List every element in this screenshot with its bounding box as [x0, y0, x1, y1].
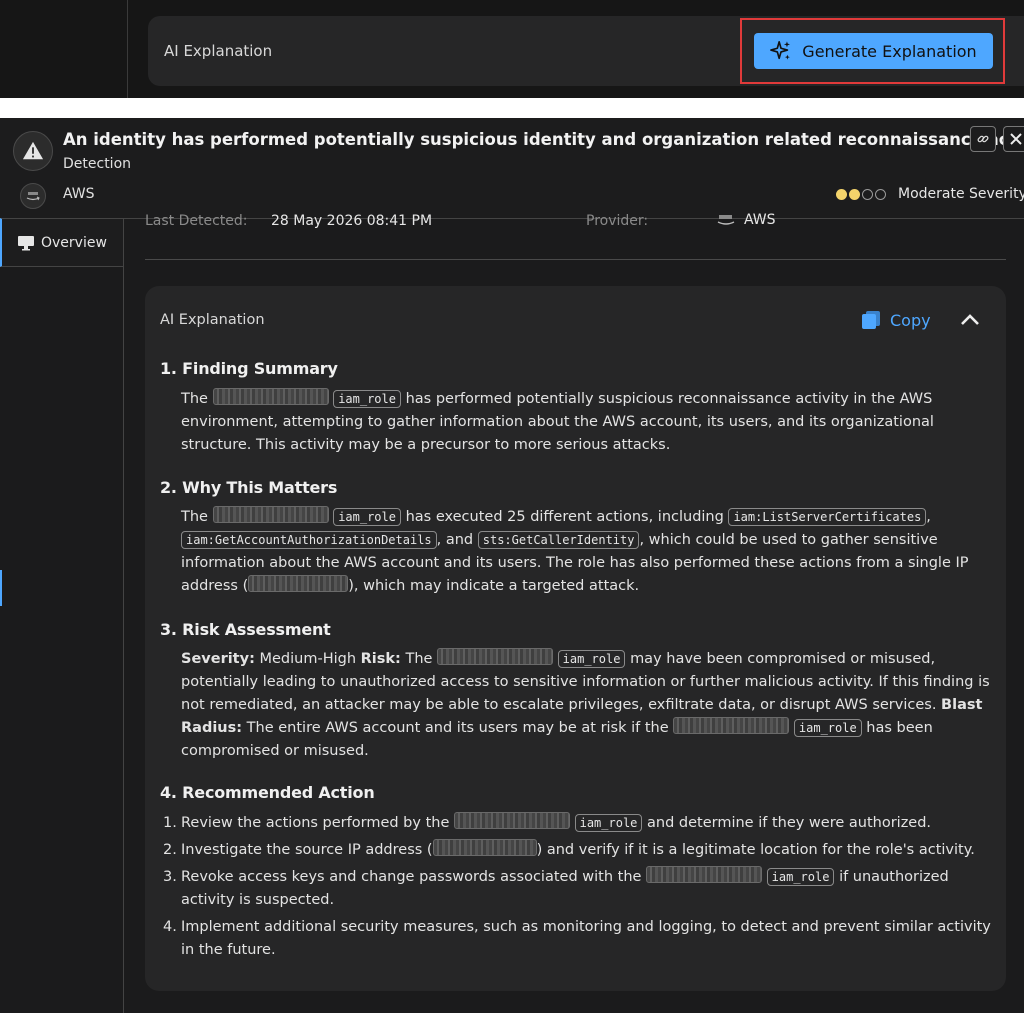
severity-dot: [875, 188, 886, 200]
copy-label: Copy: [890, 310, 931, 330]
monitor-icon: [18, 235, 34, 250]
close-icon: [1010, 133, 1022, 145]
section-paragraph: The iam_role has performed potentially s…: [181, 388, 991, 457]
text: The: [181, 391, 208, 407]
redacted-identity: [673, 717, 790, 734]
redacted-ip: [432, 839, 537, 856]
text: and determine if they were authorized.: [647, 815, 932, 831]
list-number: 2.: [163, 842, 177, 858]
link-icon: [977, 135, 989, 143]
code-tag: iam_role: [793, 719, 862, 737]
section-heading: 2. Why This Matters: [160, 478, 338, 497]
code-tag: iam:ListServerCertificates: [728, 508, 927, 526]
code-tag: iam_role: [574, 814, 643, 832]
list-number: 3.: [163, 869, 177, 885]
card-title: AI Explanation: [160, 312, 265, 328]
code-tag: iam_role: [766, 868, 835, 886]
list-text: Review the actions performed by the iam_…: [181, 812, 931, 835]
severity-label: Moderate Severity: [898, 186, 1024, 202]
last-detected-value: 28 May 2026 08:41 PM: [271, 213, 433, 229]
severity-dot: [862, 188, 873, 200]
provider-name: AWS: [63, 186, 95, 202]
text: Review the actions performed by the: [181, 815, 450, 831]
last-detected-label: Last Detected:: [145, 213, 248, 229]
list-item: 4. Implement additional security measure…: [163, 916, 991, 962]
top-left-rail: [0, 0, 128, 98]
list-number: 4.: [163, 919, 177, 935]
list-text: Investigate the source IP address ( ) and…: [181, 839, 975, 862]
tab-overview-label: Overview: [41, 234, 107, 251]
aws-logo-icon: [20, 183, 46, 209]
list-item: 3. Revoke access keys and change passwor…: [163, 866, 991, 912]
section-heading: 3. Risk Assessment: [160, 620, 331, 639]
provider-value: AWS: [744, 212, 776, 228]
detection-title: An identity has performed potentially su…: [63, 130, 1024, 149]
generate-explanation-button[interactable]: Generate Explanation: [754, 33, 993, 69]
section-heading: 4. Recommended Action: [160, 783, 375, 802]
separator-gap: [0, 98, 1024, 118]
redacted-identity: [646, 866, 763, 883]
redacted-identity: [212, 388, 329, 405]
section-paragraph: Severity: Medium-High Risk: The iam_role…: [181, 648, 991, 763]
list-text: Implement additional security measures, …: [181, 919, 991, 958]
detection-type: Detection: [63, 156, 132, 172]
text: The entire AWS account and its users may…: [246, 720, 669, 736]
redacted-ip: [248, 575, 349, 592]
text: Medium-High: [259, 651, 357, 667]
text: Risk:: [360, 651, 401, 667]
text: ) and verify if it is a legitimate locat…: [536, 842, 975, 858]
sidebar: [0, 218, 124, 1013]
close-button[interactable]: [1003, 126, 1024, 152]
aws-logo-icon: [716, 214, 736, 228]
redacted-identity: [437, 648, 554, 665]
severity-dot: [836, 188, 847, 200]
copy-link-button[interactable]: [970, 126, 996, 152]
list-number: 1.: [163, 815, 177, 831]
severity-dot: [849, 188, 860, 200]
warning-icon: [13, 131, 53, 171]
text: ,: [926, 509, 931, 525]
sparkle-icon: [770, 41, 791, 60]
divider: [145, 259, 1006, 260]
list-text: Revoke access keys and change passwords …: [181, 866, 991, 912]
code-tag: sts:GetCallerIdentity: [477, 531, 640, 549]
tab-overview[interactable]: Overview: [0, 218, 123, 267]
text: has executed 25 different actions, inclu…: [405, 509, 724, 525]
redacted-identity: [212, 506, 329, 523]
code-tag: iam_role: [333, 508, 401, 526]
severity-indicator: Moderate Severity: [836, 186, 1024, 202]
section-heading: 1. Finding Summary: [160, 359, 338, 378]
text: Severity:: [181, 651, 255, 667]
code-tag: iam_role: [557, 650, 626, 668]
text: The: [181, 509, 208, 525]
scroll-indicator: [0, 570, 2, 606]
list-item: 1. Review the actions performed by the i…: [163, 812, 991, 835]
provider-label: Provider:: [586, 213, 649, 229]
text: The: [405, 651, 433, 667]
text: Revoke access keys and change passwords …: [181, 869, 642, 885]
text: ), which may indicate a targeted attack.: [348, 578, 640, 594]
generate-explanation-label: Generate Explanation: [802, 41, 977, 61]
chevron-up-icon[interactable]: [959, 310, 981, 328]
code-tag: iam_role: [333, 390, 401, 408]
ai-explanation-label: AI Explanation: [164, 42, 273, 60]
section-paragraph: The iam_role has executed 25 different a…: [181, 506, 991, 598]
copy-icon: [862, 311, 880, 329]
redacted-identity: [453, 812, 570, 829]
text: Investigate the source IP address (: [181, 842, 433, 858]
copy-button[interactable]: Copy: [861, 310, 931, 330]
list-item: 2. Investigate the source IP address ( ) …: [163, 839, 991, 862]
code-tag: iam:GetAccountAuthorizationDetails: [181, 531, 437, 549]
text: , and: [436, 532, 474, 548]
